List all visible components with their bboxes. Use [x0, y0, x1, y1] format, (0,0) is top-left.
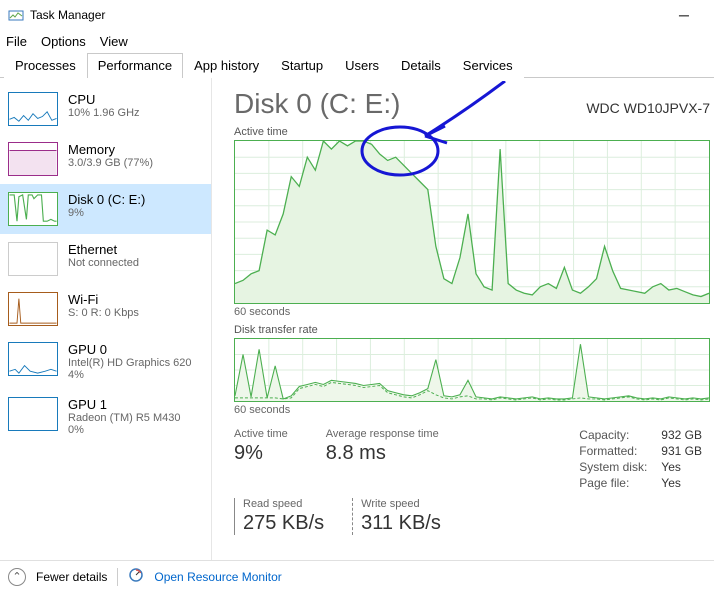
transfer-rate-chart — [234, 338, 710, 402]
divider — [117, 568, 118, 586]
sidebar-item-label: GPU 1 — [68, 397, 181, 412]
sidebar-item-label: Disk 0 (C: E:) — [68, 192, 145, 207]
ethernet-thumb — [8, 242, 58, 276]
active-time-label: Active time — [234, 428, 288, 440]
footer-bar: ⌃ Fewer details Open Resource Monitor — [0, 560, 714, 592]
menu-bar: File Options View — [0, 30, 714, 52]
sidebar-item-sub: Radeon (TM) R5 M430 — [68, 412, 181, 424]
chart1-footer: 60 seconds — [234, 306, 714, 318]
avg-response-label: Average response time — [326, 428, 439, 440]
sidebar-item-cpu[interactable]: CPU10% 1.96 GHz — [0, 84, 211, 134]
read-speed-label: Read speed — [243, 498, 324, 510]
pagefile-label: Page file: — [579, 476, 647, 490]
chart1-title: Active time — [234, 126, 714, 138]
avg-response-value: 8.8 ms — [326, 442, 439, 465]
wifi-thumb — [8, 292, 58, 326]
capacity-grid: Capacity: 932 GB Formatted: 931 GB System … — [579, 428, 702, 490]
chart2-title: Disk transfer rate — [234, 324, 714, 336]
memory-thumb — [8, 142, 58, 176]
tab-processes[interactable]: Processes — [4, 53, 87, 78]
write-speed-label: Write speed — [361, 498, 441, 510]
sidebar-item-sub: 10% 1.96 GHz — [68, 107, 140, 119]
sidebar-item-sub: S: 0 R: 0 Kbps — [68, 307, 139, 319]
sidebar-item-disk0[interactable]: Disk 0 (C: E:)9% — [0, 184, 211, 234]
formatted-label: Formatted: — [579, 444, 647, 458]
menu-file[interactable]: File — [6, 34, 27, 49]
detail-panel: Disk 0 (C: E:) WDC WD10JPVX-7 Active tim… — [212, 78, 714, 560]
resource-monitor-icon — [128, 567, 144, 586]
tab-bar: Processes Performance App history Startu… — [0, 52, 714, 78]
sidebar-item-label: Ethernet — [68, 242, 139, 257]
tab-users[interactable]: Users — [334, 53, 390, 78]
tab-services[interactable]: Services — [452, 53, 524, 78]
sysdisk-value: Yes — [661, 460, 702, 474]
capacity-label: Capacity: — [579, 428, 647, 442]
sidebar-item-sub: 9% — [68, 207, 145, 219]
sidebar-item-memory[interactable]: Memory3.0/3.9 GB (77%) — [0, 134, 211, 184]
sidebar-item-sub: Intel(R) HD Graphics 620 — [68, 357, 192, 369]
gpu0-thumb — [8, 342, 58, 376]
write-speed-value: 311 KB/s — [361, 512, 441, 535]
sidebar-item-sub2: 4% — [68, 369, 192, 381]
sidebar: CPU10% 1.96 GHz Memory3.0/3.9 GB (77%) D… — [0, 78, 212, 560]
tab-details[interactable]: Details — [390, 53, 452, 78]
disk-model: WDC WD10JPVX-7 — [586, 100, 710, 116]
sidebar-item-sub: Not connected — [68, 257, 139, 269]
formatted-value: 931 GB — [661, 444, 702, 458]
sidebar-item-label: Memory — [68, 142, 153, 157]
read-speed-value: 275 KB/s — [243, 512, 324, 535]
active-time-value: 9% — [234, 442, 288, 465]
tab-performance[interactable]: Performance — [87, 53, 183, 78]
sidebar-item-sub: 3.0/3.9 GB (77%) — [68, 157, 153, 169]
page-title: Disk 0 (C: E:) — [234, 88, 400, 120]
minimize-button[interactable]: ─ — [662, 0, 706, 30]
sidebar-item-gpu1[interactable]: GPU 1Radeon (TM) R5 M4300% — [0, 389, 211, 444]
sidebar-item-gpu0[interactable]: GPU 0Intel(R) HD Graphics 6204% — [0, 334, 211, 389]
sysdisk-label: System disk: — [579, 460, 647, 474]
menu-options[interactable]: Options — [41, 34, 86, 49]
title-bar: Task Manager ─ — [0, 0, 714, 30]
fewer-details-button[interactable]: Fewer details — [36, 570, 107, 584]
active-time-chart — [234, 140, 710, 304]
menu-view[interactable]: View — [100, 34, 128, 49]
pagefile-value: Yes — [661, 476, 702, 490]
gpu1-thumb — [8, 397, 58, 431]
cpu-thumb — [8, 92, 58, 126]
sidebar-item-label: GPU 0 — [68, 342, 192, 357]
sidebar-item-sub2: 0% — [68, 424, 181, 436]
sidebar-item-label: CPU — [68, 92, 140, 107]
chevron-up-icon[interactable]: ⌃ — [8, 568, 26, 586]
sidebar-item-wifi[interactable]: Wi-FiS: 0 R: 0 Kbps — [0, 284, 211, 334]
window-title: Task Manager — [30, 8, 105, 22]
app-icon — [8, 7, 24, 23]
capacity-value: 932 GB — [661, 428, 702, 442]
sidebar-item-ethernet[interactable]: EthernetNot connected — [0, 234, 211, 284]
open-resource-monitor-link[interactable]: Open Resource Monitor — [154, 570, 281, 584]
sidebar-item-label: Wi-Fi — [68, 292, 139, 307]
chart2-footer: 60 seconds — [234, 404, 714, 416]
disk-thumb — [8, 192, 58, 226]
tab-app-history[interactable]: App history — [183, 53, 270, 78]
tab-startup[interactable]: Startup — [270, 53, 334, 78]
